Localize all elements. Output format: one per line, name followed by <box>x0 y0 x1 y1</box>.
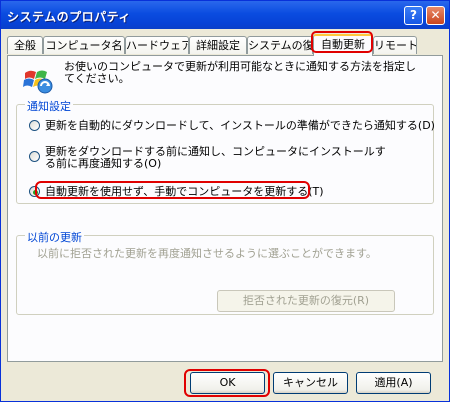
title-bar[interactable]: システムのプロパティ ? ✕ <box>1 1 449 29</box>
manual-option-highlight <box>35 181 310 199</box>
option-auto-download-label: 更新を自動的にダウンロードして、インストールの準備ができたら通知する(D) <box>45 119 435 132</box>
restore-declined-button[interactable]: 拒否された更新の復元(R) <box>217 290 395 312</box>
tab-hardware[interactable]: ハードウェア <box>125 36 189 54</box>
option-auto-download[interactable]: 更新を自動的にダウンロードして、インストールの準備ができたら通知する(D) <box>29 119 435 133</box>
apply-button[interactable]: 適用(A) <box>356 372 431 394</box>
tab-system-restore[interactable]: システムの復元 <box>247 36 313 54</box>
tab-computer-name[interactable]: コンピュータ名 <box>43 36 125 54</box>
previous-updates-label: 以前の更新 <box>25 229 84 245</box>
window-title: システムのプロパティ <box>7 10 131 24</box>
active-tab-highlight <box>311 31 373 53</box>
option-notify-before-download-label: 更新をダウンロードする前に通知し、コンピュータにインストールする前に再度通知する… <box>45 145 386 170</box>
close-button[interactable]: ✕ <box>426 6 445 25</box>
option-notify-before-download[interactable]: 更新をダウンロードする前に通知し、コンピュータにインストールする前に再度通知する… <box>29 146 429 172</box>
cancel-button[interactable]: キャンセル <box>273 372 348 394</box>
help-button[interactable]: ? <box>404 6 423 25</box>
ok-button-highlight <box>184 369 270 397</box>
previous-updates-group: 以前の更新 以前に拒否された更新を再度通知させるように選ぶことができます。 拒否… <box>16 229 434 315</box>
tab-strip: 全般 コンピュータ名 ハードウェア 詳細設定 システムの復元 自動更新 リモート <box>7 34 443 56</box>
radio-circle[interactable] <box>29 120 40 131</box>
tab-advanced[interactable]: 詳細設定 <box>189 36 247 54</box>
radio-circle[interactable] <box>29 151 40 162</box>
previous-updates-description: 以前に拒否された更新を再度通知させるように選ぶことができます。 <box>37 247 377 260</box>
tab-remote[interactable]: リモート <box>373 36 417 54</box>
tab-panel: お使いのコンピュータで更新が利用可能なときに通知する方法を指定してください。 通… <box>7 55 443 362</box>
intro-text: お使いのコンピュータで更新が利用可能なときに通知する方法を指定してください。 <box>64 60 416 85</box>
notify-settings-label: 通知設定 <box>25 98 73 114</box>
tab-general[interactable]: 全般 <box>7 36 43 54</box>
windows-update-icon <box>23 70 53 94</box>
system-properties-window: システムのプロパティ ? ✕ 全般 コンピュータ名 ハードウェア 詳細設定 シス… <box>0 0 450 402</box>
